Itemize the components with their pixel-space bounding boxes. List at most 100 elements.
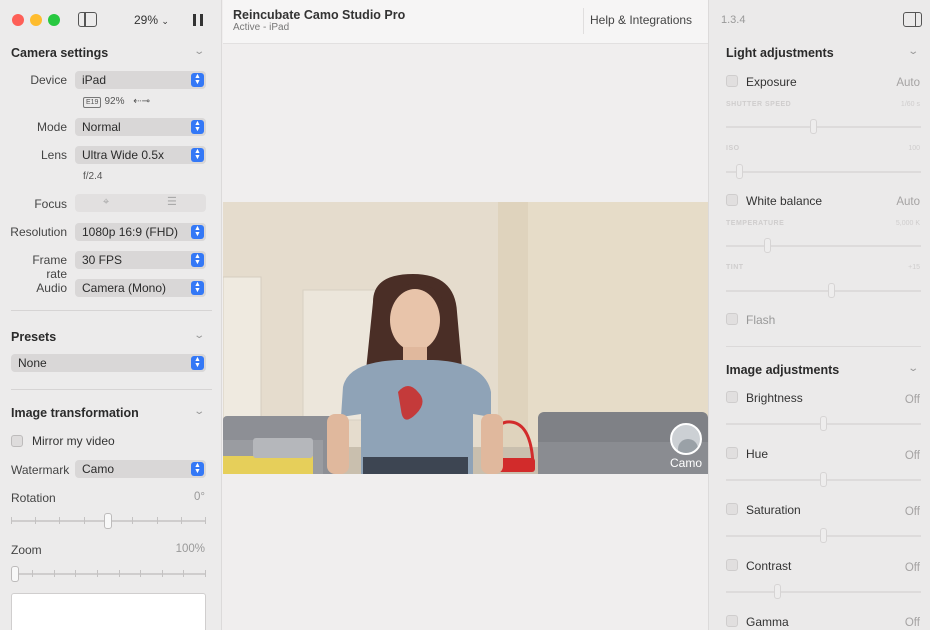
chevron-down-icon[interactable]: ⌄ [193,330,205,341]
resolution-select[interactable]: 1080p 16:9 (FHD) ▲ ▼ [75,223,206,241]
select-arrows-icon: ▲ ▼ [191,73,204,87]
image-transformation-title: Image transformation [11,406,139,420]
saturation-slider[interactable] [726,528,921,543]
tint-slider[interactable] [726,283,921,298]
brightness-slider[interactable] [726,416,921,431]
framerate-select[interactable]: 30 FPS ▲ ▼ [75,251,206,269]
camo-logo-icon [669,423,702,455]
brightness-slider-knob[interactable] [820,416,827,431]
right-sidebar-toggle-icon[interactable] [903,12,922,27]
audio-value: Camera (Mono) [82,281,167,295]
white-balance-label: White balance [746,194,823,208]
device-select[interactable]: iPad ▲ ▼ [75,71,206,89]
shutter-slider[interactable] [726,119,921,134]
camera-settings-title: Camera settings [11,46,109,60]
resolution-value: 1080p 16:9 (FHD) [82,225,179,239]
rotation-slider-knob[interactable] [104,513,112,529]
chevron-down-icon[interactable]: ⌄ [193,406,205,417]
temperature-caption: TEMPERATURE [726,220,785,227]
chevron-down-icon[interactable]: ⌄ [907,46,919,57]
brightness-value: Off [904,394,920,406]
pause-icon[interactable] [193,14,203,26]
exposure-label: Exposure [746,75,797,89]
focus-target-icon[interactable]: ⌖ [103,196,109,209]
gamma-checkbox[interactable] [726,615,738,627]
camo-badge-label: Camo [669,456,702,470]
watermark-select[interactable]: Camo ▲ ▼ [75,460,206,478]
image-adjustments-title: Image adjustments [726,363,840,377]
iso-slider-knob[interactable] [736,164,743,179]
zoom-slider-knob[interactable] [11,566,19,582]
exposure-checkbox[interactable] [726,75,738,87]
watermark-preview [11,593,206,630]
shutter-caption: SHUTTER SPEED [726,101,792,108]
temperature-value: 5,000 K [895,220,920,227]
contrast-label: Contrast [746,559,792,573]
close-button[interactable] [12,14,24,26]
divider [11,310,212,311]
mirror-checkbox[interactable] [11,435,23,447]
connection-status: Active - iPad [233,22,290,33]
hue-label: Hue [746,447,769,461]
chevron-down-icon[interactable]: ⌄ [907,363,919,374]
watermark-label: Watermark [11,463,70,477]
mode-select[interactable]: Normal ▲ ▼ [75,118,206,136]
select-arrows-icon: ▲ ▼ [191,281,204,295]
hue-checkbox[interactable] [726,447,738,459]
gamma-value: Off [904,617,920,629]
white-balance-checkbox[interactable] [726,194,738,206]
zoom-dropdown[interactable]: 29% ⌄ [134,13,169,27]
rotation-value: 0° [194,491,205,503]
saturation-slider-knob[interactable] [820,528,827,543]
zoom-window-button[interactable] [48,14,60,26]
zoom-value: 29% [134,13,159,27]
select-arrows-icon: ▲ ▼ [191,225,204,239]
lens-select[interactable]: Ultra Wide 0.5x ▲ ▼ [75,146,206,164]
saturation-checkbox[interactable] [726,503,738,515]
contrast-slider[interactable] [726,584,921,599]
left-titlebar: 29% ⌄ [0,0,221,40]
right-sidebar: 1.3.4 Light adjustments ⌄ Exposure Auto … [708,0,930,630]
hue-slider[interactable] [726,472,921,487]
focus-control[interactable]: ⌖ ☰ [75,194,206,212]
temperature-slider-knob[interactable] [764,238,771,253]
contrast-slider-knob[interactable] [774,584,781,599]
white-balance-value: Auto [896,196,920,208]
chevron-down-icon: ⌄ [161,16,169,26]
presets-title: Presets [11,330,57,344]
presets-select[interactable]: None ▲ ▼ [11,354,206,372]
usb-icon: ⇠⊸ [133,96,151,107]
audio-select[interactable]: Camera (Mono) ▲ ▼ [75,279,206,297]
tint-slider-knob[interactable] [828,283,835,298]
iso-caption: ISO [726,145,740,152]
select-arrows-icon: ▲ ▼ [191,462,204,476]
shutter-slider-knob[interactable] [810,119,817,134]
hue-value: Off [904,450,920,462]
focus-sliders-icon[interactable]: ☰ [167,195,177,208]
tint-caption: TINT [726,264,744,271]
contrast-checkbox[interactable] [726,559,738,571]
temperature-slider[interactable] [726,238,921,253]
resolution-label: Resolution [10,225,67,239]
flash-checkbox[interactable] [726,313,738,325]
hue-slider-knob[interactable] [820,472,827,487]
zoom-slider[interactable] [11,566,206,582]
rotation-slider[interactable] [11,513,206,529]
device-label: Device [30,73,67,87]
iso-slider[interactable] [726,164,921,179]
flash-label: Flash [746,313,776,327]
help-integrations-button[interactable]: Help & Integrations [590,13,692,27]
brightness-checkbox[interactable] [726,391,738,403]
saturation-label: Saturation [746,503,801,517]
divider [11,389,212,390]
tint-value: +15 [908,264,920,271]
center-toolbar: Reincubate Camo Studio Pro Active - iPad… [223,0,708,44]
minimize-button[interactable] [30,14,42,26]
chevron-down-icon[interactable]: ⌄ [193,46,205,57]
battery-status: E19 92% ⇠⊸ [83,96,150,108]
saturation-value: Off [904,506,920,518]
sidebar-toggle-icon[interactable] [78,12,97,27]
battery-icon: E19 [83,97,102,108]
exposure-value: Auto [896,77,920,89]
zoom-label: Zoom [11,543,42,557]
